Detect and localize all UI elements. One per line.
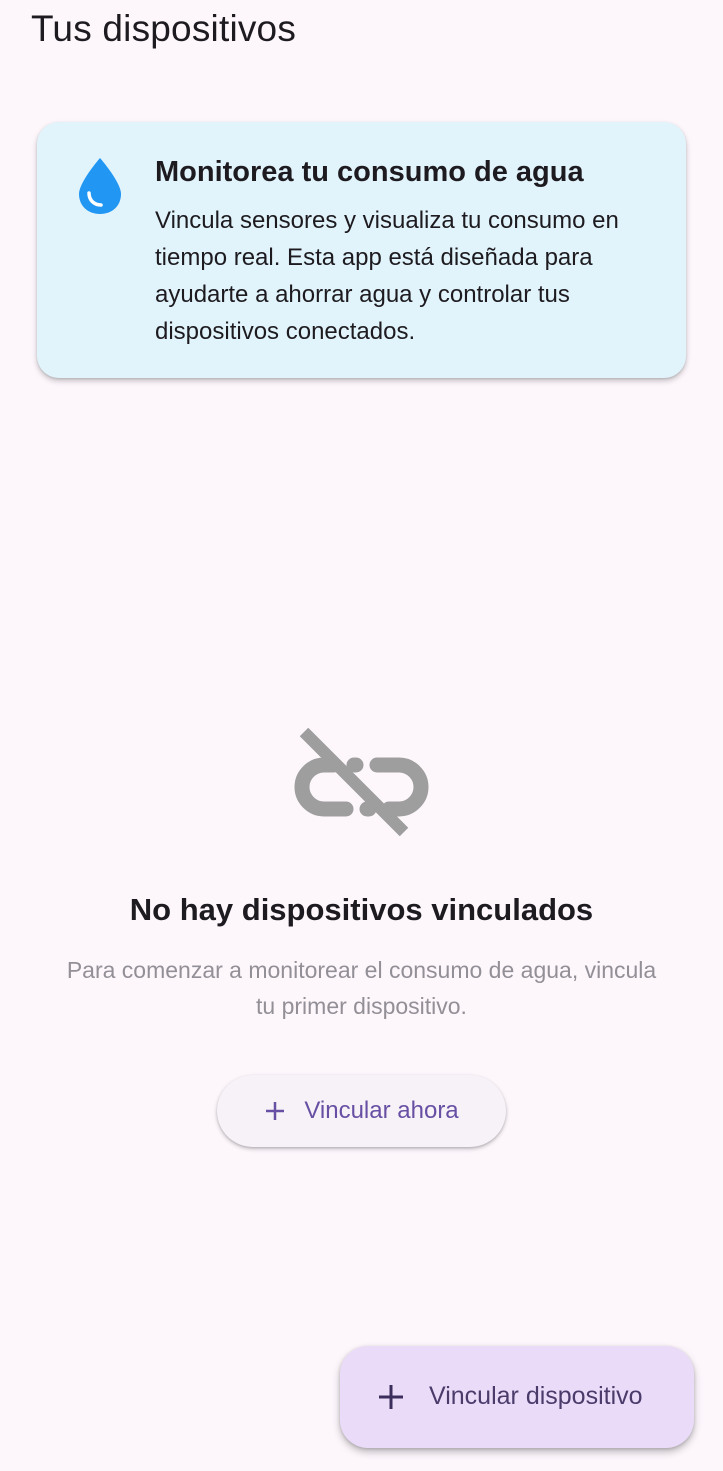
link-device-fab[interactable]: Vincular dispositivo bbox=[340, 1346, 694, 1448]
fab-label: Vincular dispositivo bbox=[429, 1382, 643, 1410]
link-off-icon bbox=[294, 727, 429, 837]
link-now-button[interactable]: Vincular ahora bbox=[217, 1075, 506, 1147]
plus-icon bbox=[379, 1385, 403, 1409]
empty-state-title: No hay dispositivos vinculados bbox=[129, 892, 594, 927]
link-now-button-label: Vincular ahora bbox=[304, 1097, 459, 1124]
info-card-title: Monitorea tu consumo de agua bbox=[155, 156, 584, 188]
plus-icon bbox=[266, 1102, 285, 1120]
page-title: Tus dispositivos bbox=[31, 8, 297, 49]
water-drop-icon bbox=[79, 158, 121, 214]
empty-state-description: Para comenzar a monitorear el consumo de… bbox=[66, 957, 657, 1019]
info-card-text: Vincula sensores y visualiza tu consumo … bbox=[155, 207, 619, 345]
info-card: Monitorea tu consumo de agua Vincula sen… bbox=[37, 122, 686, 378]
